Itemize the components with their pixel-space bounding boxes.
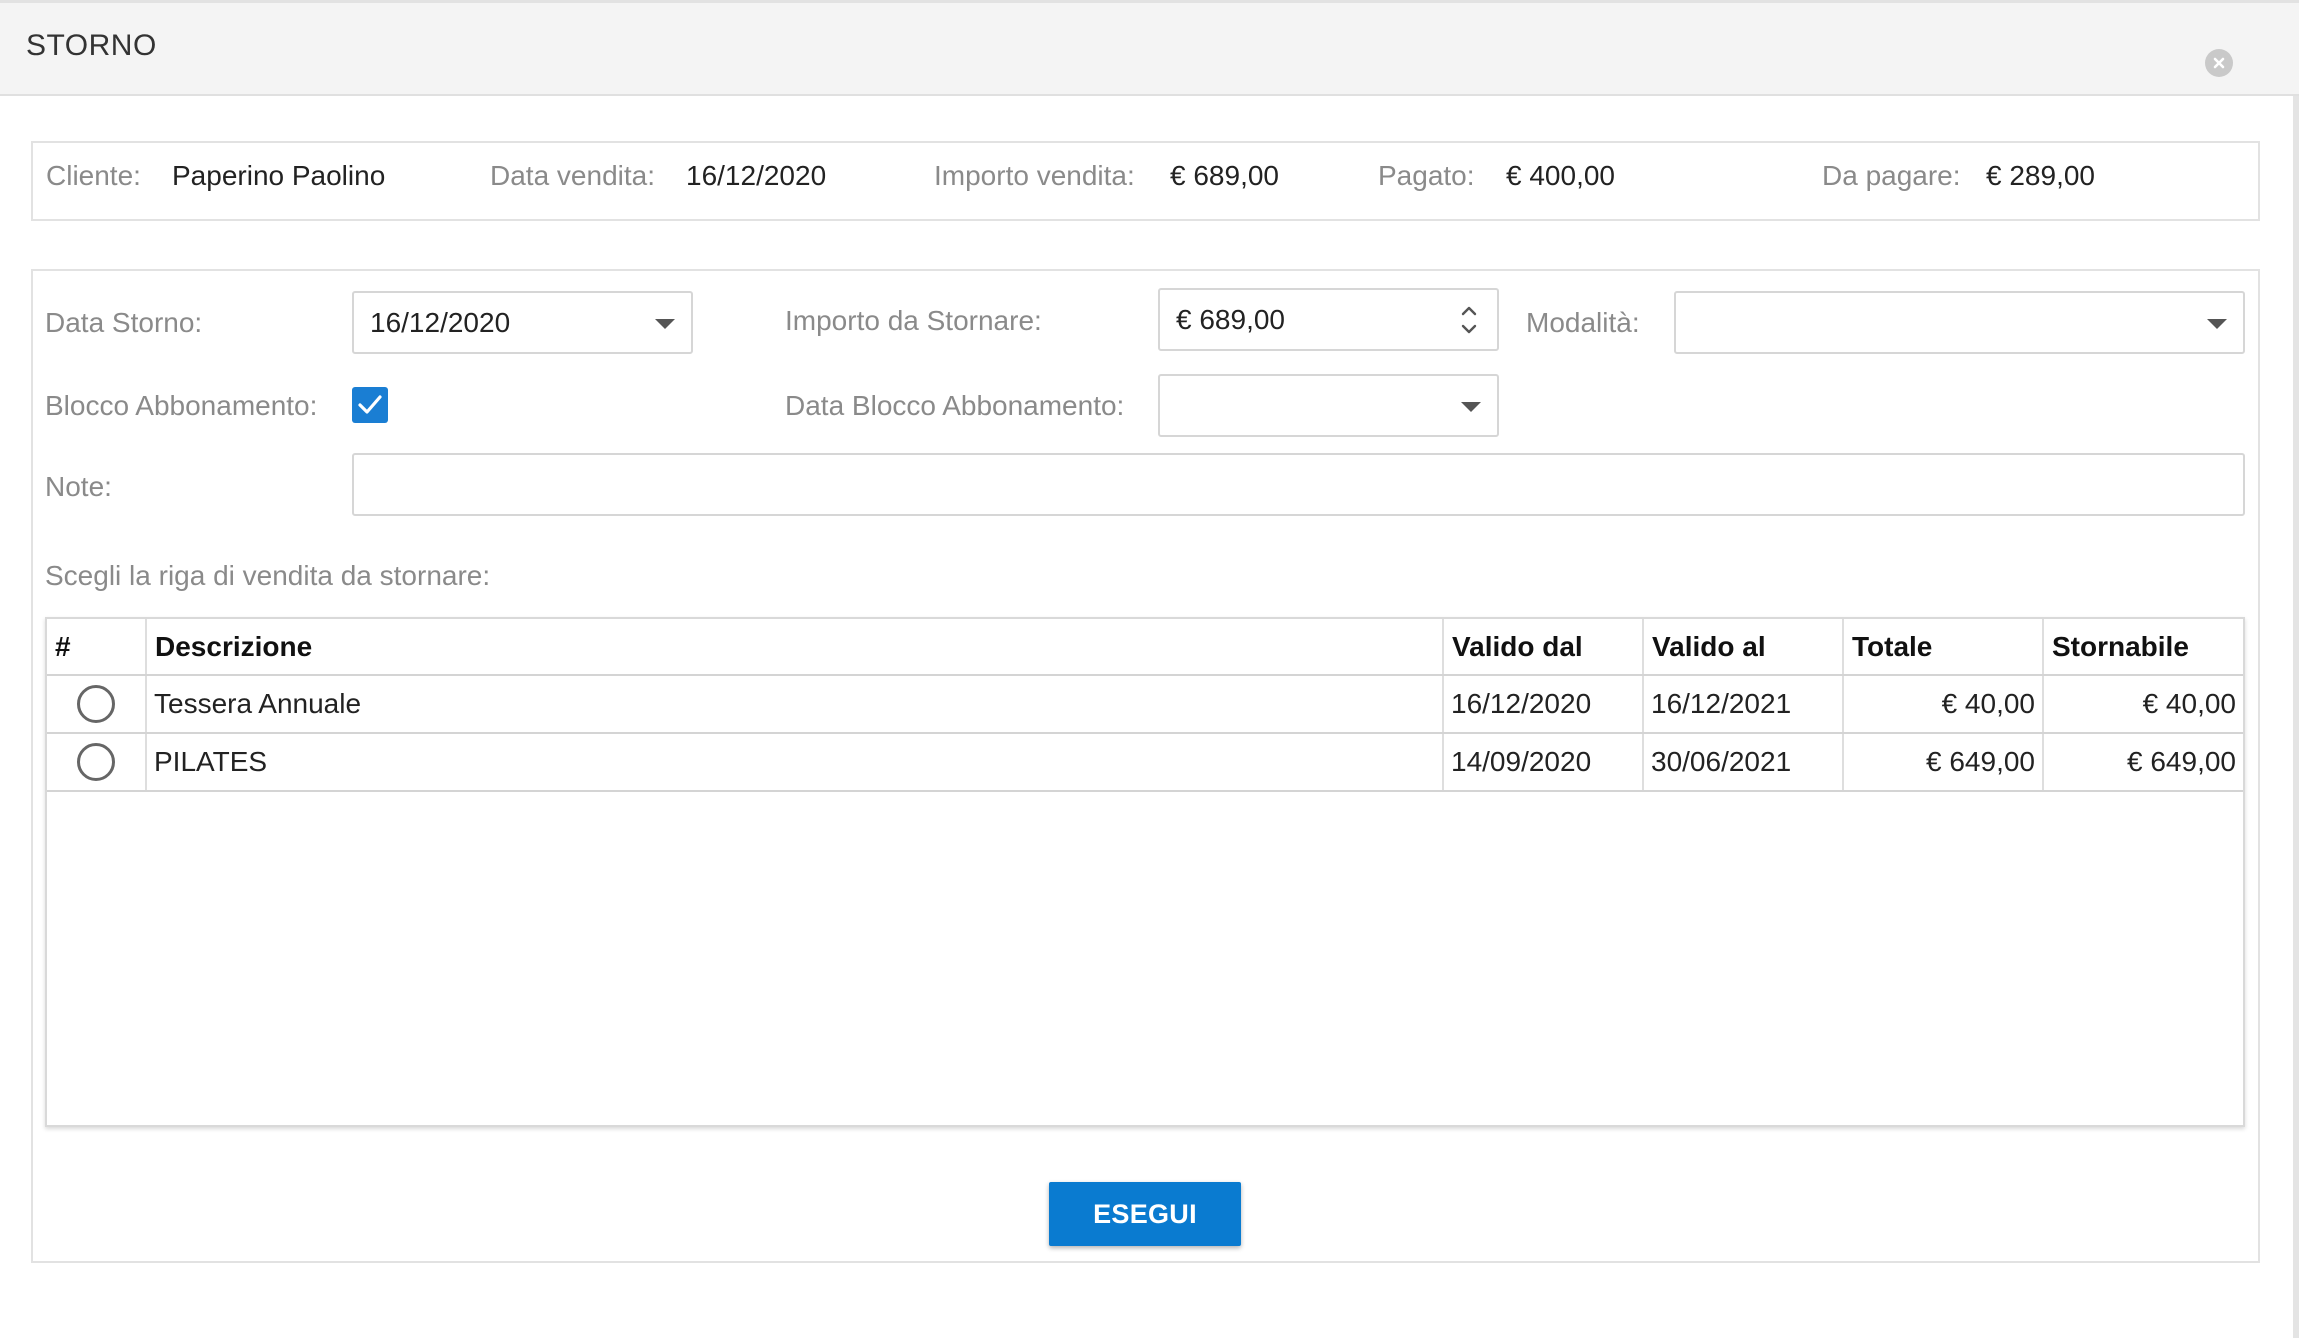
modalita-select[interactable] — [1674, 291, 2245, 354]
data-vendita-value: 16/12/2020 — [686, 160, 827, 191]
col-header-valido-al: Valido al — [1643, 619, 1844, 676]
data-storno-label: Data Storno: — [45, 307, 203, 338]
data-storno-value: 16/12/2020 — [370, 307, 511, 338]
row-valido-al: 16/12/2021 — [1643, 675, 1844, 734]
row-valido-dal: 16/12/2020 — [1443, 675, 1644, 734]
caret-down-icon — [655, 319, 675, 329]
dialog-titlebar: STORNO — [0, 0, 2299, 96]
dialog-title: STORNO — [26, 29, 157, 62]
importo-da-stornare-input[interactable]: € 689,00 — [1158, 288, 1499, 351]
importo-da-stornare-label: Importo da Stornare: — [785, 305, 1042, 336]
chevron-up-down-icon[interactable] — [1459, 298, 1479, 342]
pagato-label: Pagato: — [1378, 160, 1475, 191]
modalita-label: Modalità: — [1526, 307, 1640, 338]
close-button[interactable] — [2205, 49, 2233, 77]
cliente-label: Cliente: — [46, 160, 141, 191]
col-header-select: # — [47, 619, 147, 676]
close-icon — [2213, 57, 2225, 69]
note-input[interactable] — [352, 453, 2245, 516]
data-storno-select[interactable]: 16/12/2020 — [352, 291, 693, 354]
row-valido-al: 30/06/2021 — [1643, 733, 1844, 792]
blocco-abbonamento-label: Blocco Abbonamento: — [45, 390, 318, 421]
data-blocco-abbonamento-select[interactable] — [1158, 374, 1499, 437]
row-descrizione: Tessera Annuale — [146, 675, 1444, 734]
da-pagare-label: Da pagare: — [1822, 160, 1961, 191]
pagato-value: € 400,00 — [1506, 160, 1615, 191]
importo-da-stornare-value: € 689,00 — [1176, 304, 1285, 335]
blocco-abbonamento-checkbox[interactable] — [352, 387, 388, 423]
storno-dialog: STORNO Cliente: Paperino Paolino Data ve… — [0, 0, 2299, 1338]
scrollbar-track — [2293, 96, 2299, 1338]
col-header-valido-dal: Valido dal — [1443, 619, 1644, 676]
row-select-radio[interactable] — [77, 743, 115, 781]
row-stornabile: € 649,00 — [2043, 733, 2243, 792]
scegli-riga-label: Scegli la riga di vendita da stornare: — [45, 560, 491, 591]
data-blocco-abbonamento-label: Data Blocco Abbonamento: — [785, 390, 1125, 421]
row-valido-dal: 14/09/2020 — [1443, 733, 1644, 792]
cliente-value: Paperino Paolino — [172, 160, 386, 191]
esegui-button[interactable]: ESEGUI — [1049, 1182, 1241, 1246]
caret-down-icon — [2207, 319, 2227, 329]
importo-vendita-label: Importo vendita: — [934, 160, 1135, 191]
note-label: Note: — [45, 471, 112, 502]
row-descrizione: PILATES — [146, 733, 1444, 792]
data-vendita-label: Data vendita: — [490, 160, 655, 191]
table-row[interactable]: Tessera Annuale 16/12/2020 16/12/2021 € … — [47, 675, 2243, 734]
sale-rows-table: # Descrizione Valido dal Valido al Total… — [45, 617, 2245, 1127]
importo-vendita-value: € 689,00 — [1170, 160, 1279, 191]
da-pagare-value: € 289,00 — [1986, 160, 2095, 191]
sale-summary-panel: Cliente: Paperino Paolino Data vendita: … — [31, 141, 2260, 221]
col-header-totale: Totale — [1843, 619, 2044, 676]
caret-down-icon — [1461, 402, 1481, 412]
row-stornabile: € 40,00 — [2043, 675, 2243, 734]
table-header-row: # Descrizione Valido dal Valido al Total… — [47, 619, 2243, 676]
table-row[interactable]: PILATES 14/09/2020 30/06/2021 € 649,00 €… — [47, 733, 2243, 792]
row-select-radio[interactable] — [77, 685, 115, 723]
row-totale: € 649,00 — [1843, 733, 2044, 792]
col-header-descrizione: Descrizione — [146, 619, 1444, 676]
col-header-stornabile: Stornabile — [2043, 619, 2243, 676]
check-icon — [358, 395, 382, 414]
row-totale: € 40,00 — [1843, 675, 2044, 734]
